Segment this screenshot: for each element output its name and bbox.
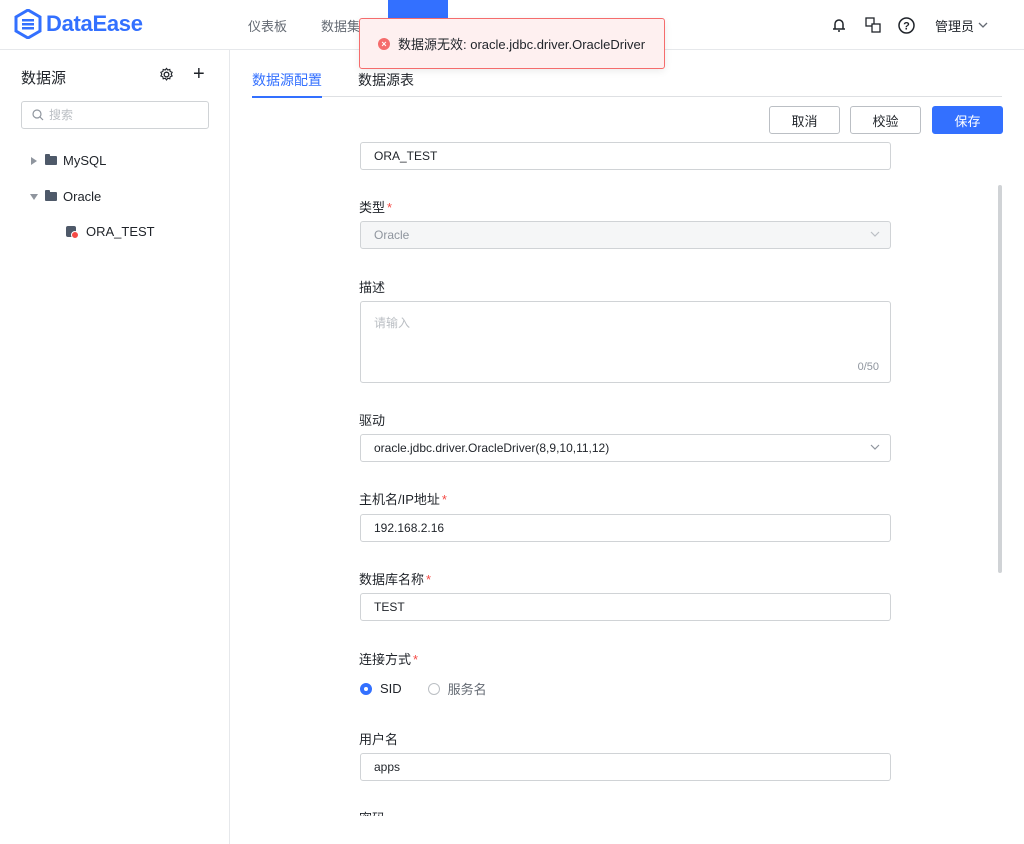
toast-message: 数据源无效: oracle.jdbc.driver.OracleDriver xyxy=(398,37,646,52)
form-scrollbar[interactable] xyxy=(998,185,1002,573)
driver-value: oracle.jdbc.driver.OracleDriver(8,9,10,1… xyxy=(374,441,610,455)
description-textarea[interactable]: 请输入 0/50 xyxy=(360,301,891,383)
add-datasource-button[interactable]: + xyxy=(193,64,205,84)
name-value: ORA_TEST xyxy=(374,149,438,163)
database-error-icon xyxy=(66,226,79,239)
error-icon: × xyxy=(378,37,390,50)
db-label-text: 数据库名称 xyxy=(359,572,425,587)
help-icon[interactable]: ? xyxy=(897,15,917,35)
radio-label: 服务名 xyxy=(447,682,487,697)
gear-icon[interactable] xyxy=(159,67,174,85)
tree-node-oracle[interactable]: Oracle xyxy=(29,189,101,204)
nav-datasource-active[interactable] xyxy=(388,0,448,18)
tree-node-label: ORA_TEST xyxy=(86,224,155,239)
sidebar-title: 数据源 xyxy=(21,70,67,87)
host-field[interactable]: 192.168.2.16 xyxy=(360,514,891,542)
connection-type-label: 连接方式 * xyxy=(359,652,419,667)
cancel-button[interactable]: 取消 xyxy=(769,106,840,134)
chevron-down-icon xyxy=(978,22,988,28)
datasource-sidebar: 数据源 + MySQL Oracle ORA_TEST xyxy=(0,50,230,844)
password-label-text: 密码 xyxy=(359,811,385,816)
search-icon xyxy=(32,109,44,121)
nav-dashboard[interactable]: 仪表板 xyxy=(248,16,287,35)
dataease-logo-icon xyxy=(14,9,42,39)
tab-datasource-config[interactable]: 数据源配置 xyxy=(252,70,322,98)
folder-icon xyxy=(45,154,57,165)
host-value: 192.168.2.16 xyxy=(374,521,445,535)
driver-label: 驱动 xyxy=(359,413,386,428)
radio-checked-icon[interactable] xyxy=(360,682,372,695)
radio-sid[interactable]: SID xyxy=(360,681,402,696)
tab-datasource-tables[interactable]: 数据源表 xyxy=(358,70,414,90)
username-field[interactable]: apps xyxy=(360,753,891,781)
user-menu[interactable]: 管理员 xyxy=(935,16,988,35)
chevron-down-icon xyxy=(870,444,880,450)
caret-right-icon[interactable] xyxy=(29,156,39,166)
desc-placeholder: 请输入 xyxy=(374,316,411,330)
notification-bell-icon[interactable] xyxy=(829,15,849,35)
connection-type-radio-group: SID 服务名 xyxy=(360,679,513,698)
username-value: apps xyxy=(374,760,401,774)
logo-text: DataEase xyxy=(46,11,143,36)
tree-node-label: Oracle xyxy=(63,189,102,204)
radio-service-name[interactable]: 服务名 xyxy=(427,679,487,698)
save-button[interactable]: 保存 xyxy=(932,106,1003,134)
type-label-text: 类型 xyxy=(359,200,386,215)
tree-node-label: MySQL xyxy=(63,153,107,168)
header-actions: ? 管理员 xyxy=(829,0,988,50)
nav-dataset[interactable]: 数据集 xyxy=(321,16,360,35)
char-counter: 0/50 xyxy=(857,361,879,373)
desc-label: 描述 xyxy=(359,280,386,295)
main-nav: 仪表板 数据集 xyxy=(248,0,360,50)
search-box[interactable] xyxy=(21,101,209,129)
db-name-label: 数据库名称 * xyxy=(359,572,432,587)
folder-icon xyxy=(45,190,57,201)
error-toast: × 数据源无效: oracle.jdbc.driver.OracleDriver xyxy=(359,18,665,69)
radio-label: SID xyxy=(380,681,402,696)
user-name: 管理员 xyxy=(934,18,974,34)
driver-select[interactable]: oracle.jdbc.driver.OracleDriver(8,9,10,1… xyxy=(360,434,891,462)
type-select: Oracle xyxy=(360,221,891,249)
radio-unchecked-icon[interactable] xyxy=(427,682,440,695)
password-label: 密码 xyxy=(359,808,385,816)
db-name-value: TEST xyxy=(374,600,405,614)
conn-label-text: 连接方式 xyxy=(359,652,412,667)
tree-node-ora-test[interactable]: ORA_TEST xyxy=(66,224,155,239)
validate-button[interactable]: 校验 xyxy=(850,106,921,134)
chevron-down-icon xyxy=(870,231,880,237)
type-label: 类型 * xyxy=(359,200,393,215)
type-value: Oracle xyxy=(374,228,410,242)
caret-down-icon[interactable] xyxy=(29,192,39,202)
tree-node-mysql[interactable]: MySQL xyxy=(29,153,106,168)
host-label: 主机名/IP地址 * xyxy=(359,492,447,507)
search-input[interactable] xyxy=(49,108,199,122)
language-icon[interactable] xyxy=(863,15,883,35)
db-name-field[interactable]: TEST xyxy=(360,593,891,621)
svg-text:?: ? xyxy=(904,20,911,32)
username-label: 用户名 xyxy=(359,732,399,747)
name-field[interactable]: ORA_TEST xyxy=(360,142,891,170)
logo[interactable]: DataEase xyxy=(14,9,143,39)
host-label-text: 主机名/IP地址 xyxy=(359,492,440,507)
